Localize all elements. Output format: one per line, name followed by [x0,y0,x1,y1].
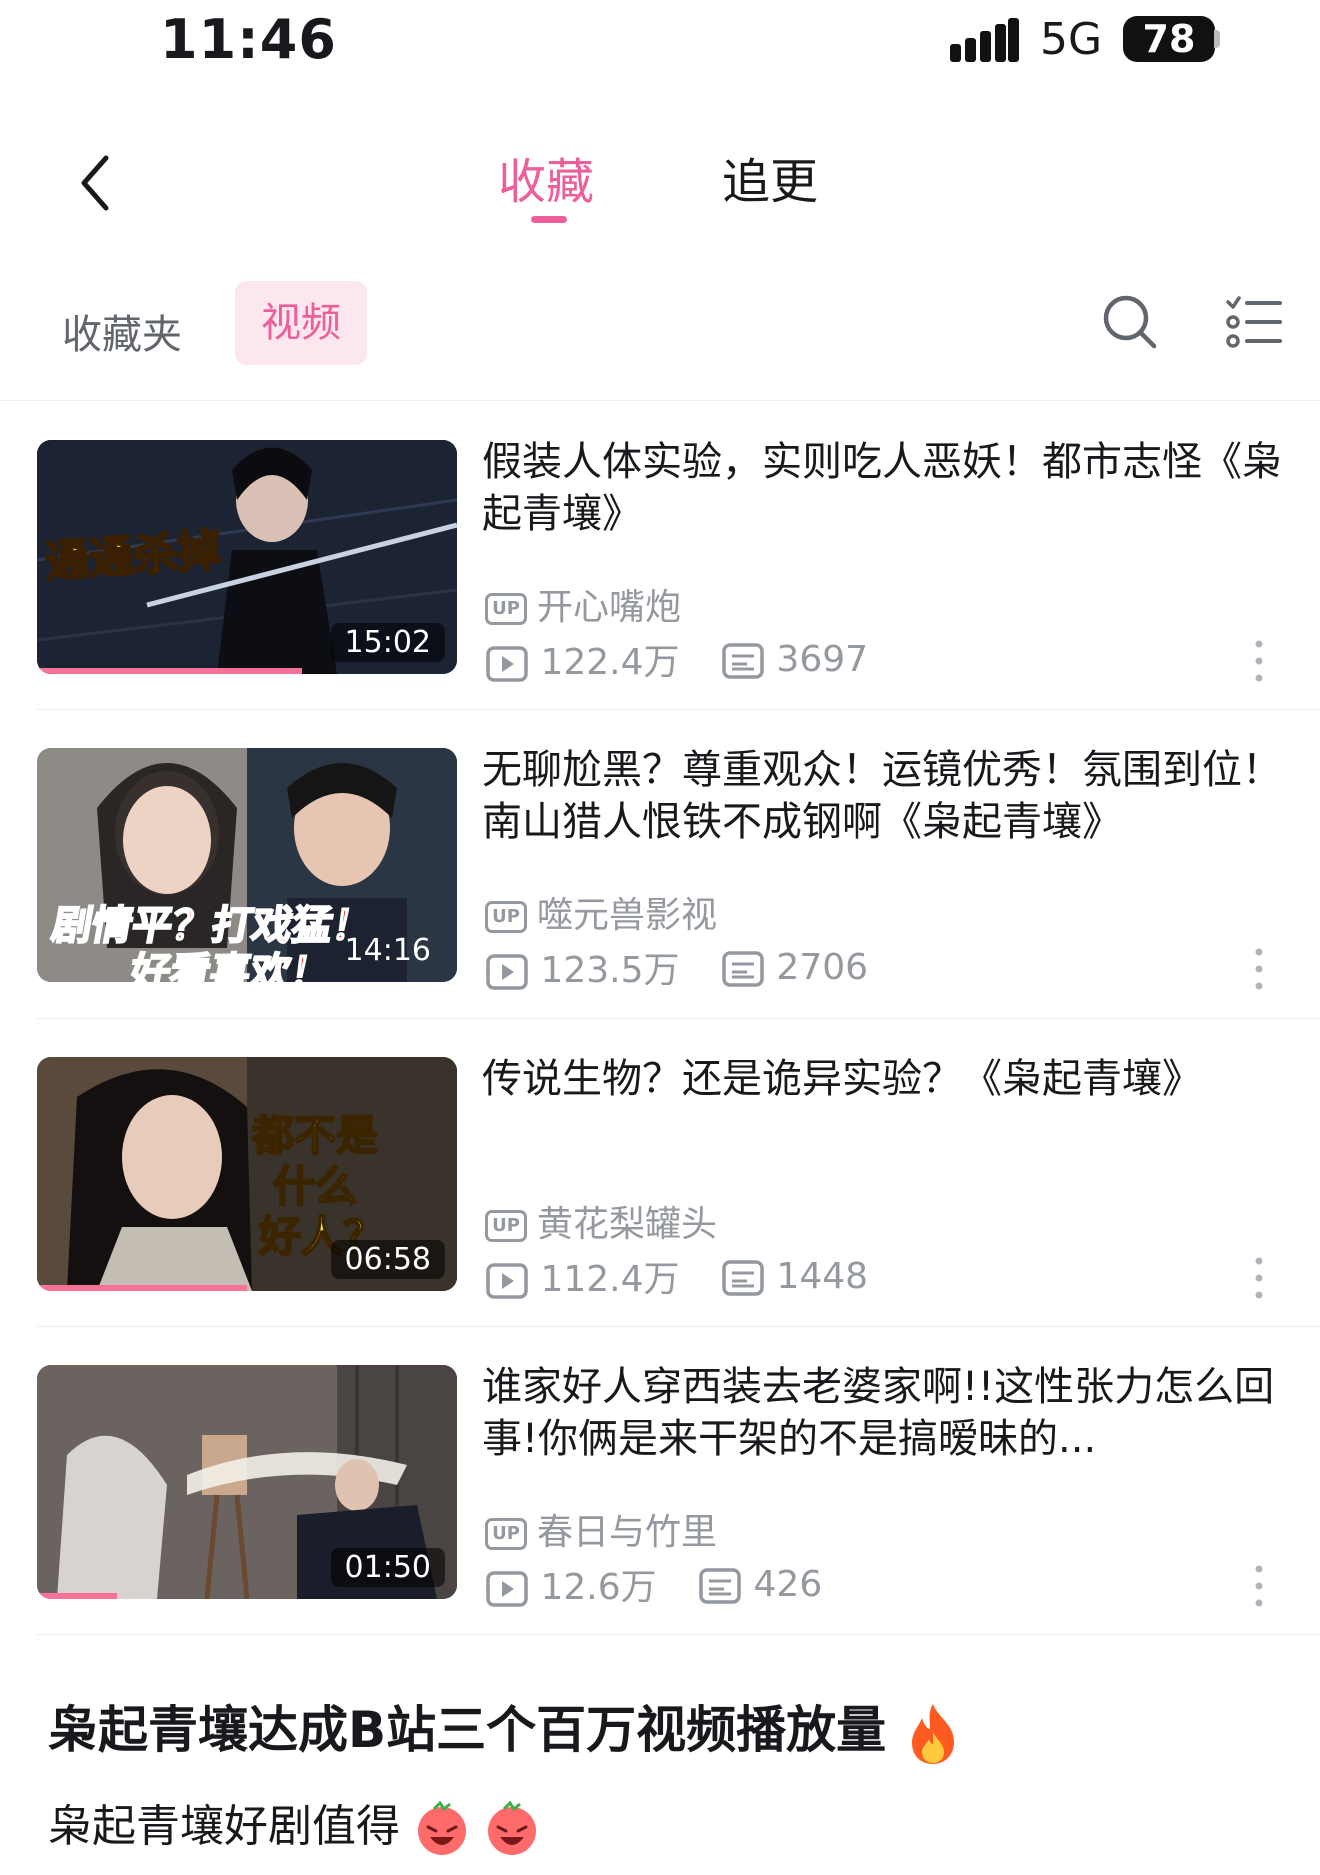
fire-icon [911,1703,954,1764]
caption-text: 枭起青壤达成B站三个百万视频播放量 [48,1701,887,1759]
video-uploader[interactable]: UP 春日与竹里 [485,1503,717,1555]
video-thumbnail[interactable]: 剧情平？打戏猛！ 好看喜欢！ 14:16 [37,748,457,982]
watch-progress-bar [37,668,302,674]
play-count-icon [486,1263,528,1299]
subtab-videos[interactable]: 视频 [235,281,367,365]
thumbnail-caption: 好看喜欢！ [125,949,335,982]
top-nav: 收藏 追更 [0,110,1320,240]
divider [37,1018,1320,1019]
subtab-folders[interactable]: 收藏夹 [62,302,182,360]
video-stats: 122.4万 3697 [485,633,898,685]
active-tab-indicator [531,216,567,223]
video-duration: 01:50 [330,1548,445,1587]
video-duration: 06:58 [330,1240,445,1279]
video-thumbnail[interactable]: 通通杀掉 15:02 [37,440,457,674]
subtab-bar: 收藏夹 视频 [0,272,1320,392]
divider [37,709,1320,710]
video-stats: 12.6万 426 [485,1558,852,1610]
laughing-emoji-icon [418,1801,466,1855]
danmaku-icon [722,1259,764,1296]
laughing-emoji-icon [488,1801,536,1855]
uploader-name: 春日与竹里 [537,1512,718,1553]
uploader-name: 黄花梨罐头 [537,1204,718,1245]
search-icon[interactable] [1100,292,1160,352]
tab-following[interactable]: 追更 [722,142,818,212]
danmaku-icon [722,642,764,679]
watch-progress-bar [37,1593,117,1599]
video-item[interactable]: 都不是 什么 好人？ 06:58 传说生物？还是诡异实验？《枭起青壤》 UP 黄花… [0,1056,1320,1365]
up-badge-icon: UP [485,1518,527,1550]
video-item[interactable]: 通通杀掉 15:02 假装人体实验，实则吃人恶妖！都市志怪《枭起青壤》 UP 开心… [0,439,1320,748]
video-item[interactable]: 01:50 谁家好人穿西装去老婆家啊!!这性张力怎么回事!你俩是来干架的不是搞暧… [0,1364,1320,1673]
up-badge-icon: UP [485,1210,527,1242]
video-title[interactable]: 假装人体实验，实则吃人恶妖！都市志怪《枭起青壤》 [482,436,1282,540]
sort-list-icon[interactable] [1225,294,1283,350]
video-stats: 112.4万 1448 [485,1250,898,1302]
divider [0,400,1320,401]
danmaku-count: 426 [753,1563,823,1605]
divider [37,1634,1320,1635]
thumbnail-caption: 通通杀掉 [43,524,224,589]
video-duration: 15:02 [330,623,445,662]
video-uploader[interactable]: UP 黄花梨罐头 [485,1195,717,1247]
more-vertical-icon[interactable] [1252,946,1266,992]
more-vertical-icon[interactable] [1252,1563,1266,1609]
video-stats: 123.5万 2706 [485,941,898,993]
more-vertical-icon[interactable] [1252,638,1266,684]
video-uploader[interactable]: UP 开心嘴炮 [485,578,681,630]
view-count: 122.4万 [540,642,680,683]
play-count-icon [486,646,528,682]
video-item[interactable]: 剧情平？打戏猛！ 好看喜欢！ 14:16 无聊尬黑？尊重观众！运镜优秀！氛围到位… [0,747,1320,1056]
video-title[interactable]: 谁家好人穿西装去老婆家啊!!这性张力怎么回事!你俩是来干架的不是搞暧昧的... [482,1361,1282,1465]
battery-cap [1214,30,1220,48]
watch-progress-bar [37,1285,247,1291]
danmaku-icon [699,1567,741,1604]
video-thumbnail[interactable]: 01:50 [37,1365,457,1599]
network-type: 5G [1040,14,1103,65]
danmaku-count: 1448 [776,1255,869,1297]
view-count: 112.4万 [540,1259,680,1300]
video-uploader[interactable]: UP 噬元兽影视 [485,886,717,938]
danmaku-count: 2706 [776,946,869,988]
post-subcaption: 枭起青壤好剧值得 [48,1790,540,1857]
danmaku-icon [722,950,764,987]
up-badge-icon: UP [485,593,527,625]
battery-indicator: 78 [1123,16,1215,62]
video-title[interactable]: 传说生物？还是诡异实验？《枭起青壤》 [482,1053,1282,1105]
video-title[interactable]: 无聊尬黑？尊重观众！运镜优秀！氛围到位！南山猎人恨铁不成钢啊《枭起青壤》 [482,744,1282,848]
signal-icon [950,18,1019,62]
danmaku-count: 3697 [776,638,869,680]
back-icon[interactable] [70,148,130,218]
video-thumbnail[interactable]: 都不是 什么 好人？ 06:58 [37,1057,457,1291]
play-count-icon [486,954,528,990]
view-count: 123.5万 [540,950,680,991]
uploader-name: 开心嘴炮 [537,587,682,628]
play-count-icon [486,1571,528,1607]
view-count: 12.6万 [540,1567,657,1608]
subcaption-text: 枭起青壤好剧值得 [48,1801,400,1852]
uploader-name: 噬元兽影视 [537,895,718,936]
divider [37,1326,1320,1327]
tab-favorites[interactable]: 收藏 [498,142,594,212]
status-time: 11:46 [160,8,337,71]
video-duration: 14:16 [344,933,431,968]
up-badge-icon: UP [485,901,527,933]
post-caption: 枭起青壤达成B站三个百万视频播放量 [48,1690,962,1766]
status-bar: 11:46 5G 78 [0,0,1320,80]
more-vertical-icon[interactable] [1252,1255,1266,1301]
